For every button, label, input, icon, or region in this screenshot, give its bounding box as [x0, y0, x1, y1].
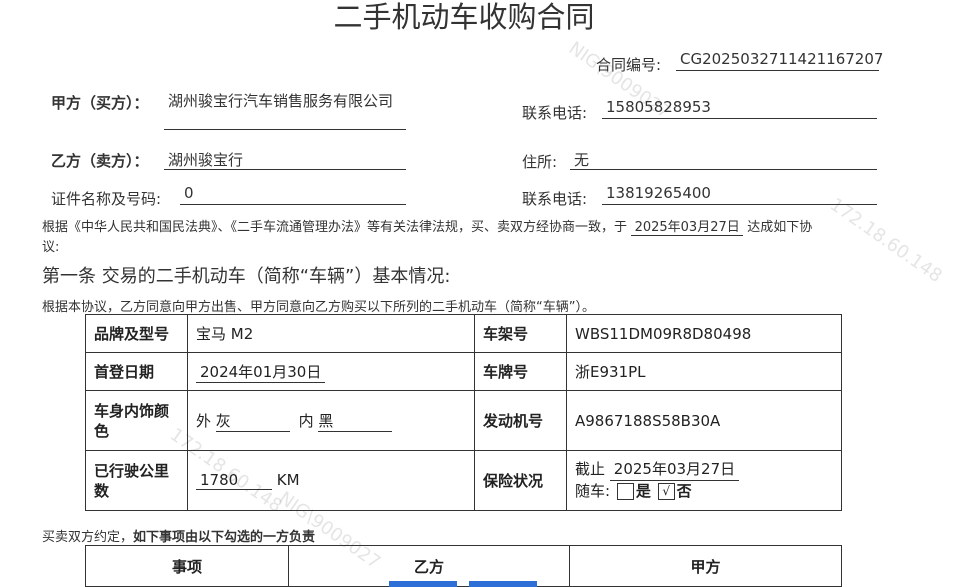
contract-no-field[interactable]: CG2025032711421167207 — [676, 50, 883, 71]
brand-label: 品牌及型号 — [85, 314, 188, 353]
party-b-phone-field[interactable]: 13819265400 — [602, 184, 877, 205]
page-title: 二手机动车收购合同 — [333, 0, 595, 34]
mileage-cell: 1780 KM — [187, 450, 475, 511]
party-a-name-field[interactable]: 湖州骏宝行汽车销售服务有限公司 — [164, 91, 406, 130]
mileage-label: 已行驶公里数 — [85, 450, 188, 511]
party-b-name-field[interactable]: 湖州骏宝行 — [164, 149, 406, 170]
insurance-cell: 截止 2025年03月27日 随车: 是 √ 否 — [566, 450, 842, 511]
insurance-label: 保险状况 — [474, 450, 567, 511]
vin-label: 车架号 — [474, 314, 567, 353]
with-car-label: 随车: — [575, 482, 611, 500]
id-label: 证件名称及号码: — [51, 190, 162, 208]
contract-no-label: 合同编号: — [596, 56, 662, 74]
address-field[interactable]: 无 — [570, 149, 877, 170]
party-a-label: 甲方（买方）： — [51, 94, 149, 112]
exterior-field[interactable]: 灰 — [215, 410, 290, 432]
article1-title: 第一条 交易的二手机动车（简称“车辆”）基本情况: — [42, 266, 451, 287]
yes-checkbox[interactable] — [616, 483, 634, 500]
interior-field[interactable]: 黑 — [318, 410, 393, 432]
basis-date-field[interactable]: 2025年03月27日 — [631, 216, 744, 236]
party-a-phone-label: 联系电话: — [522, 104, 588, 122]
vin-value[interactable]: WBS11DM09R8D80498 — [566, 314, 842, 353]
exterior-label: 外 — [196, 411, 212, 430]
engine-value[interactable]: A9867188S58B30A — [566, 390, 842, 451]
brand-value[interactable]: 宝马 M2 — [187, 314, 475, 353]
resp-header-party-a: 甲方 — [569, 545, 842, 587]
id-field[interactable]: 0 — [180, 184, 406, 205]
select-button[interactable] — [389, 581, 457, 587]
select-button[interactable] — [469, 581, 537, 587]
color-label: 车身内饰颜色 — [85, 390, 188, 451]
mileage-field[interactable]: 1780 — [196, 471, 272, 490]
party-a-phone-field[interactable]: 15805828953 — [602, 98, 877, 119]
resp-header-item: 事项 — [85, 545, 289, 587]
watermark: 172.18.60.148 — [825, 194, 946, 287]
party-b-label: 乙方（卖方）： — [51, 152, 149, 170]
agreement-text: 买卖双方约定，如下事项由以下勾选的一方负责 — [42, 530, 316, 545]
plate-value[interactable]: 浙E931PL — [566, 352, 842, 391]
article1-text: 根据本协议，乙方同意向甲方出售、甲方同意向乙方购买以下所列的二手机动车（简称“车… — [42, 300, 595, 315]
yes-label: 是 — [635, 482, 651, 500]
insurance-until-field[interactable]: 2025年03月27日 — [609, 459, 740, 481]
basis-text: 根据《中华人民共和国民法典》、《二手车流通管理办法》等有关法律法规，买、卖双方经… — [42, 216, 812, 236]
first-reg-field[interactable]: 2024年01月30日 — [196, 361, 326, 383]
mileage-unit: KM — [276, 471, 300, 489]
insurance-until-label: 截止 — [575, 460, 606, 478]
engine-label: 发动机号 — [474, 390, 567, 451]
no-checkbox[interactable]: √ — [657, 483, 675, 500]
color-cell: 外 灰 内 黑 — [187, 390, 475, 451]
plate-label: 车牌号 — [474, 352, 567, 391]
responsibility-table: 事项 乙方 甲方 — [85, 545, 842, 587]
first-reg-cell: 2024年01月30日 — [187, 352, 475, 391]
basis-text-cont: 议: — [42, 240, 60, 255]
no-label: 否 — [676, 482, 692, 500]
interior-label: 内 — [298, 411, 314, 430]
first-reg-label: 首登日期 — [85, 352, 188, 391]
address-label: 住所: — [522, 153, 558, 171]
party-b-phone-label: 联系电话: — [522, 190, 588, 208]
vehicle-info-table: 品牌及型号 宝马 M2 车架号 WBS11DM09R8D80498 首登日期 2… — [85, 314, 842, 511]
